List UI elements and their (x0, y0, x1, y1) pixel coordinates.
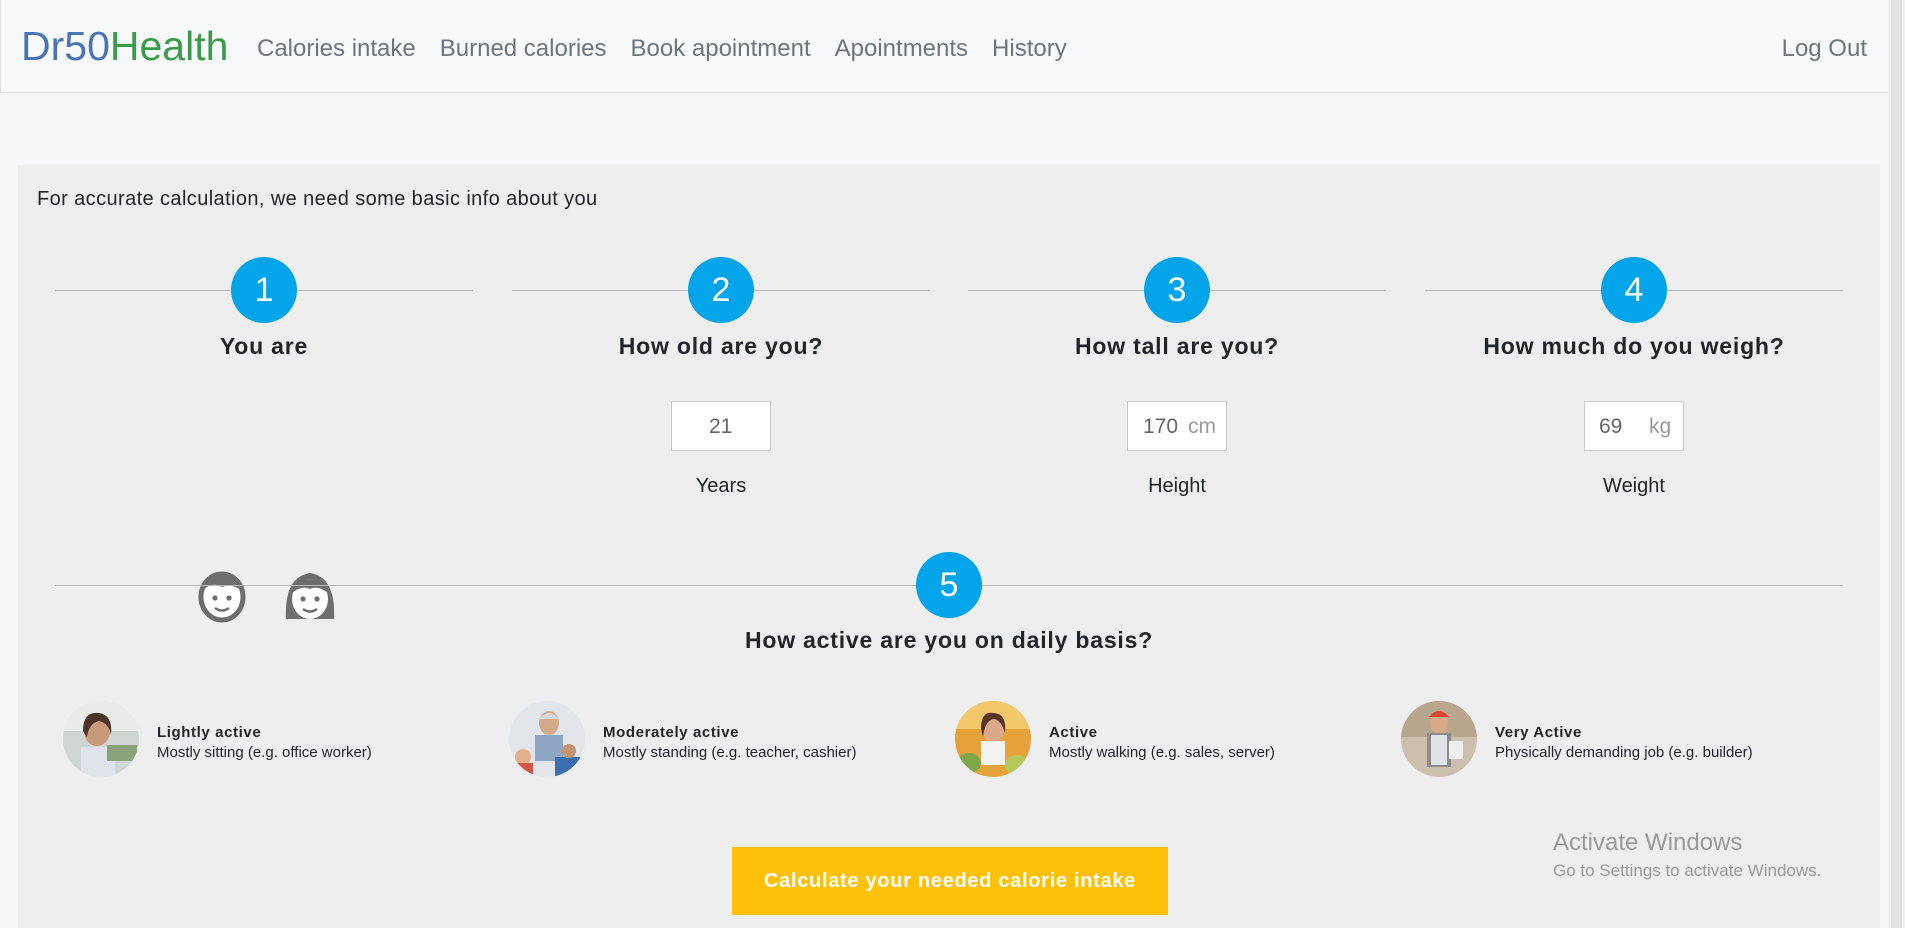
step-question: How much do you weigh? (1483, 333, 1785, 359)
activity-option-lightly-active[interactable]: Lightly active Mostly sitting (e.g. offi… (63, 701, 463, 777)
activate-windows-watermark: Activate Windows Go to Settings to activ… (1553, 828, 1821, 884)
nav-burned-calories[interactable]: Burned calories (440, 32, 607, 66)
activity-title: Moderately active (603, 724, 740, 741)
activity-option-very-active[interactable]: Very Active Physically demanding job (e.… (1401, 701, 1821, 777)
brand-part-1: Dr50 (21, 23, 110, 69)
activity-description: Physically demanding job (e.g. builder) (1495, 744, 1753, 761)
nav-links: Calories intake Burned calories Book apo… (257, 32, 1091, 66)
nav-appointments[interactable]: Apointments (835, 32, 968, 66)
age-input[interactable]: 21 (671, 401, 771, 451)
step-number-badge: 3 (1144, 257, 1210, 323)
logout-link[interactable]: Log Out (1782, 32, 1867, 66)
height-value: 170 (1143, 415, 1179, 438)
step-question: You are (219, 333, 309, 359)
activity-option-active[interactable]: Active Mostly walking (e.g. sales, serve… (955, 701, 1355, 777)
activity-option-moderately-active[interactable]: Moderately active Mostly standing (e.g. … (509, 701, 909, 777)
weight-input[interactable]: 69 kg (1584, 401, 1684, 451)
step-number-badge: 4 (1601, 257, 1667, 323)
age-value: 21 (709, 415, 733, 438)
height-unit: cm (1188, 415, 1216, 438)
calorie-form-panel: For accurate calculation, we need some b… (18, 165, 1880, 928)
activity-title: Lightly active (157, 724, 262, 741)
nav-book-appointment[interactable]: Book apointment (631, 32, 811, 66)
sales-server-photo (955, 701, 1031, 777)
age-label: Years (695, 475, 747, 497)
weight-value: 69 (1599, 415, 1623, 438)
step-question: How old are you? (618, 333, 824, 359)
step-weight: 4 How much do you weigh? 69 kg Weight (1425, 165, 1843, 585)
step-question: How tall are you? (1074, 333, 1280, 359)
step-age: 2 How old are you? 21 Years (512, 165, 930, 585)
female-face-icon[interactable] (282, 567, 338, 623)
activity-description: Mostly walking (e.g. sales, server) (1049, 744, 1275, 761)
step-gender: 1 You are (55, 165, 473, 585)
nav-history[interactable]: History (992, 32, 1067, 66)
scrollbar-thumb[interactable] (1891, 0, 1902, 928)
male-face-icon[interactable] (196, 567, 248, 623)
builder-photo (1401, 701, 1477, 777)
calculate-calorie-intake-button[interactable]: Calculate your needed calorie intake (732, 847, 1168, 915)
step-number-badge: 2 (688, 257, 754, 323)
step-height: 3 How tall are you? 170 cm Height (968, 165, 1386, 585)
office-worker-photo (63, 701, 139, 777)
brand-logo[interactable]: Dr50Health (21, 22, 228, 70)
activity-description: Mostly sitting (e.g. office worker) (157, 744, 372, 761)
watermark-subtitle: Go to Settings to activate Windows. (1553, 861, 1822, 880)
activity-description: Mostly standing (e.g. teacher, cashier) (603, 744, 857, 761)
teacher-photo (509, 701, 585, 777)
step-number-badge: 5 (916, 552, 982, 618)
nav-calories-intake[interactable]: Calories intake (257, 32, 416, 66)
weight-unit: kg (1649, 415, 1672, 438)
scrollbar[interactable] (1888, 0, 1905, 928)
activity-title: Active (1049, 724, 1098, 741)
brand-part-2: Health (109, 23, 229, 69)
activity-question: How active are you on daily basis? (744, 627, 1154, 653)
height-input[interactable]: 170 cm (1127, 401, 1227, 451)
watermark-title: Activate Windows (1553, 829, 1743, 856)
activity-title: Very Active (1495, 724, 1582, 741)
height-label: Height (1148, 475, 1206, 497)
step-number-badge: 1 (231, 257, 297, 323)
navbar: Dr50Health Calories intake Burned calori… (0, 0, 1905, 93)
weight-label: Weight (1603, 475, 1665, 497)
